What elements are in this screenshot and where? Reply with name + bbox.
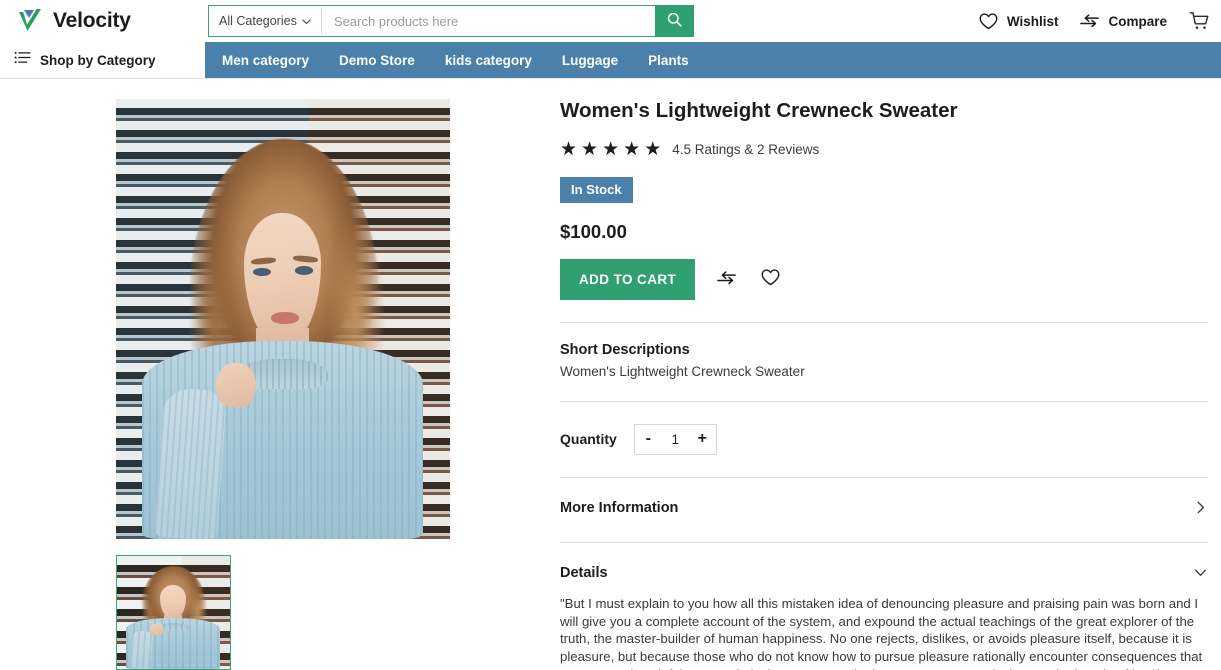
short-descriptions-section: Short Descriptions Women's Lightweight C…	[560, 342, 1208, 379]
site-header: Velocity All Categories Search products …	[0, 0, 1221, 42]
details-body-text: "But I must explain to you how all this …	[560, 595, 1203, 670]
list-menu-icon	[14, 51, 31, 69]
status-badge: In Stock	[560, 176, 633, 203]
quantity-value[interactable]: 1	[662, 425, 689, 454]
product-rating: ★ ★ ★ ★ ★ 4.5 Ratings & 2 Reviews	[560, 140, 1208, 159]
product-gallery	[0, 99, 555, 670]
heart-icon	[978, 12, 999, 31]
chevron-down-icon	[1193, 565, 1208, 580]
wishlist-label: Wishlist	[1006, 13, 1059, 29]
quantity-stepper: - 1 +	[633, 423, 717, 455]
rating-stars[interactable]: ★ ★ ★ ★ ★	[560, 140, 661, 159]
product-photo	[115, 99, 450, 539]
compare-arrows-icon	[1079, 12, 1100, 30]
product-title: Women's Lightweight Crewneck Sweater	[560, 99, 958, 122]
heart-icon	[760, 268, 781, 290]
product-thumbnail-1[interactable]	[115, 555, 231, 670]
shop-by-category-button[interactable]: Shop by Category	[0, 42, 205, 78]
add-to-cart-button[interactable]: ADD TO CART	[560, 258, 696, 300]
product-info: Women's Lightweight Crewneck Sweater ★ ★…	[555, 99, 1221, 670]
nav-item-kids-category[interactable]: kids category	[445, 53, 532, 68]
star-icon: ★	[581, 138, 599, 160]
details-title: Details	[560, 564, 608, 581]
more-information-title: More Information	[560, 499, 679, 516]
search-bar: All Categories	[208, 5, 694, 37]
category-select[interactable]: All Categories	[208, 5, 321, 37]
product-thumbnail-list	[115, 555, 450, 670]
star-icon: ★	[623, 138, 641, 160]
compare-arrows-icon	[716, 269, 737, 290]
short-descriptions-heading: Short Descriptions	[560, 341, 690, 358]
nav-item-men-category[interactable]: Men category	[222, 53, 309, 68]
nav-item-luggage[interactable]: Luggage	[562, 53, 618, 68]
quantity-label: Quantity	[560, 431, 617, 448]
brand-logo[interactable]: Velocity	[0, 6, 205, 36]
purchase-actions: ADD TO CART	[560, 258, 1208, 300]
chevron-right-icon	[1193, 500, 1208, 515]
velocity-check-logo-icon	[14, 6, 44, 36]
divider	[560, 321, 1208, 323]
nav-item-demo-store[interactable]: Demo Store	[339, 53, 415, 68]
cart-button[interactable]	[1188, 10, 1211, 33]
shop-by-category-label: Shop by Category	[40, 52, 156, 68]
category-nav-bar: Men category Demo Store kids category Lu…	[205, 42, 1221, 78]
star-icon: ★	[560, 138, 578, 160]
quantity-increment-button[interactable]: +	[688, 424, 716, 454]
chevron-down-icon	[301, 16, 312, 27]
header-actions: Wishlist Compare	[978, 0, 1211, 42]
search-icon	[666, 11, 683, 31]
accordion-details[interactable]: Details	[560, 543, 1208, 585]
divider	[560, 400, 1208, 402]
add-to-wishlist-button[interactable]	[758, 266, 783, 292]
nav-item-plants[interactable]: Plants	[648, 53, 689, 68]
quantity-decrement-button[interactable]: -	[634, 424, 662, 454]
add-to-compare-button[interactable]	[714, 267, 739, 292]
shopping-cart-icon	[1188, 10, 1211, 33]
quantity-control: Quantity - 1 +	[560, 423, 1208, 455]
search-button[interactable]	[655, 5, 694, 37]
wishlist-button[interactable]: Wishlist	[978, 12, 1059, 31]
primary-navigation: Shop by Category Men category Demo Store…	[0, 42, 1221, 79]
star-icon: ★	[644, 138, 662, 160]
star-icon: ★	[602, 138, 620, 160]
compare-label: Compare	[1108, 13, 1167, 29]
compare-button[interactable]: Compare	[1079, 12, 1167, 30]
short-descriptions-text: Women's Lightweight Crewneck Sweater	[560, 363, 805, 379]
rating-summary-text[interactable]: 4.5 Ratings & 2 Reviews	[672, 142, 819, 157]
product-price: $100.00	[560, 220, 627, 242]
product-page-main: Women's Lightweight Crewneck Sweater ★ ★…	[0, 79, 1221, 670]
product-main-image[interactable]	[115, 99, 450, 539]
brand-name: Velocity	[53, 9, 131, 32]
accordion-more-information[interactable]: More Information	[560, 478, 1208, 520]
search-input[interactable]	[321, 5, 655, 37]
category-select-value: All Categories	[219, 14, 297, 28]
